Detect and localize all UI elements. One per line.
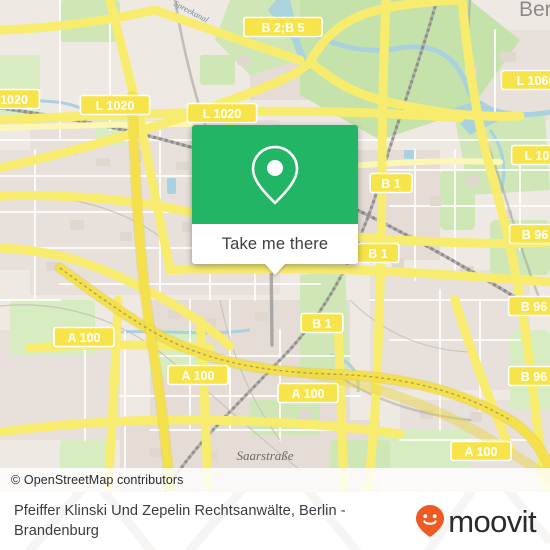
take-me-there-button[interactable]: Take me there	[222, 235, 329, 254]
location-popup[interactable]: Take me there	[192, 125, 358, 275]
moovit-wordmark: moovit	[448, 503, 536, 539]
map-pin-icon	[251, 145, 299, 204]
footer-bar: Pfeiffer Klinski Und Zepelin Rechtsanwäl…	[0, 492, 550, 550]
popup-pointer	[264, 263, 286, 275]
svg-text:Saarstraße: Saarstraße	[236, 448, 293, 463]
svg-text:Ber: Ber	[519, 0, 550, 21]
map-attribution: © OpenStreetMap contributors	[0, 468, 550, 492]
moovit-map-screenshot: .bg{fill:#efe9e4} .blk{fill:#e8e0da} .bl…	[0, 0, 550, 550]
popup-icon-area	[192, 125, 358, 224]
moovit-pin-icon	[416, 505, 445, 537]
page-title: Pfeiffer Klinski Und Zepelin Rechtsanwäl…	[14, 503, 346, 539]
attribution-text: © OpenStreetMap contributors	[11, 473, 184, 487]
moovit-logo[interactable]: moovit	[415, 503, 537, 539]
popup-action-bar[interactable]: Take me there	[192, 224, 358, 275]
